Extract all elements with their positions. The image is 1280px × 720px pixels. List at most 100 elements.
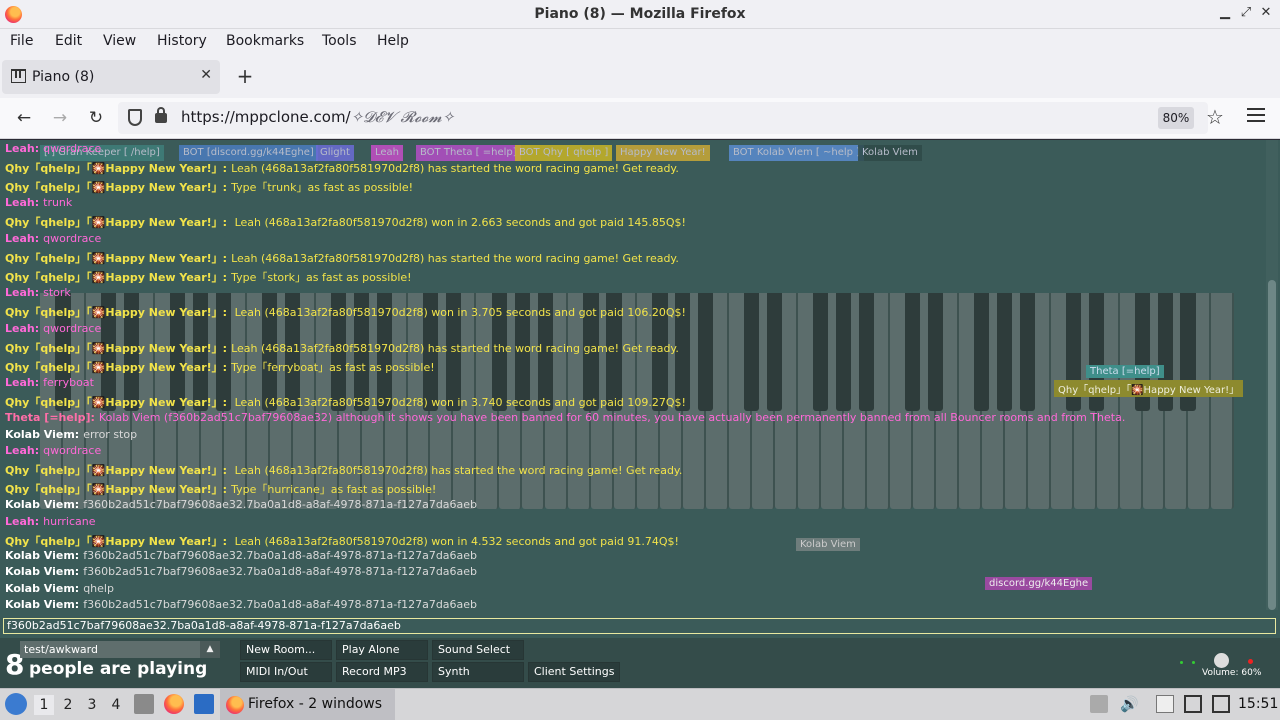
start-menu-icon[interactable] [5,693,27,715]
tab-title: Piano (8) [32,69,95,85]
volume-icon[interactable]: 🔊 [1120,695,1139,713]
volume-knob[interactable] [1214,653,1229,668]
reload-icon[interactable]: ↻ [85,107,107,129]
status-dot [1180,661,1183,664]
menu-history[interactable]: History [157,33,207,49]
user-list-bar: [ ] Gran Keeper [ /help] BOT [discord.gg/… [40,145,945,161]
shield-icon[interactable] [128,109,142,126]
close-icon[interactable]: ✕ [1257,5,1275,20]
workspace-4[interactable]: 4 [106,695,126,715]
chat-text: Leah (468a13af2fa80f581970d2f8) won in 2… [231,216,686,229]
black-key[interactable] [767,293,783,411]
restore-icon[interactable]: ⤢ [1237,5,1255,20]
menu-tools[interactable]: Tools [322,33,357,49]
user-tag[interactable]: BOT Kolab Viem [ ~help ] [729,145,865,161]
player-count-label: people are playing [29,659,208,679]
room-select[interactable]: test/awkward ▲ [20,641,220,658]
chat-message: Leah: qwordrace [5,232,101,245]
chat-text: Leah (468a13af2fa80f581970d2f8) has star… [231,464,683,477]
url-bar[interactable]: https://mppclone.com/✧𝓓𝓔𝓥 𝓡𝓸𝓸𝓶✧ 80% ☆ [118,102,1224,134]
network-icon[interactable] [1212,695,1230,713]
taskbar-firefox-task[interactable]: Firefox - 2 windows [220,689,395,720]
black-key[interactable] [859,293,875,411]
clipboard-icon[interactable] [1156,695,1174,713]
user-tag[interactable]: Kolab Viem [858,145,922,161]
chat-text: Kolab Viem (f360b2ad51c7baf79608ae32) al… [98,411,1126,424]
black-key[interactable] [973,293,989,411]
menu-help[interactable]: Help [377,33,409,49]
sound-select-button[interactable]: Sound Select [432,640,524,660]
new-room-button[interactable]: New Room... [240,640,332,660]
user-tag[interactable]: BOT Qhy [ qhelp ] [515,145,613,161]
black-key[interactable] [904,293,921,411]
window-titlebar: Piano (8) — Mozilla Firefox ▁ ⤢ ✕ [0,0,1280,29]
chat-message: Leah: stork [5,286,71,299]
workspace-2[interactable]: 2 [58,695,78,715]
display-icon[interactable] [1184,695,1202,713]
black-key[interactable] [927,293,944,411]
chat-sender: Leah: [5,142,40,155]
black-key[interactable] [698,293,714,411]
chat-input[interactable]: f360b2ad51c7baf79608ae32.7ba0a1d8-a8af-4… [3,618,1276,634]
chat-sender: Qhy「qhelp」「🎇Happy New Year!」: [5,342,228,355]
bottom-controls: 8 people are playing test/awkward ▲ New … [0,638,1280,688]
chat-sender: Leah: [5,286,40,299]
desktop-icon[interactable] [194,694,214,714]
chat-text: f360b2ad51c7baf79608ae32.7ba0a1d8-a8af-4… [83,498,478,511]
page-content: [ ] Gran Keeper [ /help] BOT [discord.gg/… [0,140,1280,688]
black-key[interactable] [813,293,829,411]
chat-message: Kolab Viem: error stop [5,428,137,441]
chat-message: Kolab Viem: qhelp [5,582,114,595]
tab-piano[interactable]: Piano (8) ✕ [2,60,220,94]
chat-sender: Kolab Viem: [5,549,80,562]
user-tag[interactable]: Glight [316,145,354,161]
chat-sender: Leah: [5,232,40,245]
chat-message: Qhy「qhelp」「🎇Happy New Year!」: Leah (468a… [5,304,686,320]
chat-text: stork [43,286,71,299]
chevron-up-icon[interactable]: ▲ [200,641,220,658]
user-tag[interactable]: Happy New Year! [616,145,710,161]
workspace-1[interactable]: 1 [34,695,54,715]
menu-edit[interactable]: Edit [55,33,82,49]
scrollbar-thumb[interactable] [1268,280,1276,610]
url-text[interactable]: https://mppclone.com/✧𝓓𝓔𝓥 𝓡𝓸𝓸𝓶✧ [181,108,454,126]
chat-message: Leah: qwordrace [5,444,101,457]
user-tag[interactable]: Leah [371,145,404,161]
chat-sender: Qhy「qhelp」「🎇Happy New Year!」: [5,271,228,284]
chat-message: Qhy「qhelp」「🎇Happy New Year!」: Type「ferryb… [5,359,435,375]
black-key[interactable] [1019,293,1035,411]
back-icon[interactable]: ← [13,107,35,129]
client-settings-button[interactable]: Client Settings [528,662,620,682]
menu-file[interactable]: File [10,33,33,49]
lock-icon[interactable] [155,107,167,123]
workspace-3[interactable]: 3 [82,695,102,715]
chat-text: f360b2ad51c7baf79608ae32.7ba0a1d8-a8af-4… [83,565,478,578]
eject-icon[interactable] [1090,695,1108,713]
user-tag[interactable]: BOT [discord.gg/k44Eghe] [179,145,318,161]
chat-text: error stop [83,428,138,441]
menu-view[interactable]: View [103,33,136,49]
black-key[interactable] [836,293,852,411]
app-menu-icon[interactable] [1247,108,1265,122]
record-indicator [1248,659,1253,664]
black-key[interactable] [744,293,760,411]
record-mp3-button[interactable]: Record MP3 [336,662,428,682]
play-alone-button[interactable]: Play Alone [336,640,428,660]
firefox-launcher-icon[interactable] [164,694,184,714]
zoom-level[interactable]: 80% [1158,107,1194,129]
chat-sender: Qhy「qhelp」「🎇Happy New Year!」: [5,396,228,409]
new-tab-icon[interactable]: + [234,64,256,88]
menu-bookmarks[interactable]: Bookmarks [226,33,304,49]
bookmark-star-icon[interactable]: ☆ [1206,105,1224,129]
user-tag[interactable]: BOT Theta [ =help] [416,145,521,161]
chat-sender: Kolab Viem: [5,428,80,441]
minimize-icon[interactable]: ▁ [1216,5,1234,20]
midi-button[interactable]: MIDI In/Out [240,662,332,682]
black-key[interactable] [996,293,1012,411]
page-scrollbar[interactable] [1266,140,1278,610]
synth-button[interactable]: Synth [432,662,524,682]
tab-close-icon[interactable]: ✕ [200,67,212,83]
file-manager-icon[interactable] [134,694,154,714]
chat-text: Leah (468a13af2fa80f581970d2f8) has star… [231,252,679,265]
forward-icon[interactable]: → [49,107,71,129]
